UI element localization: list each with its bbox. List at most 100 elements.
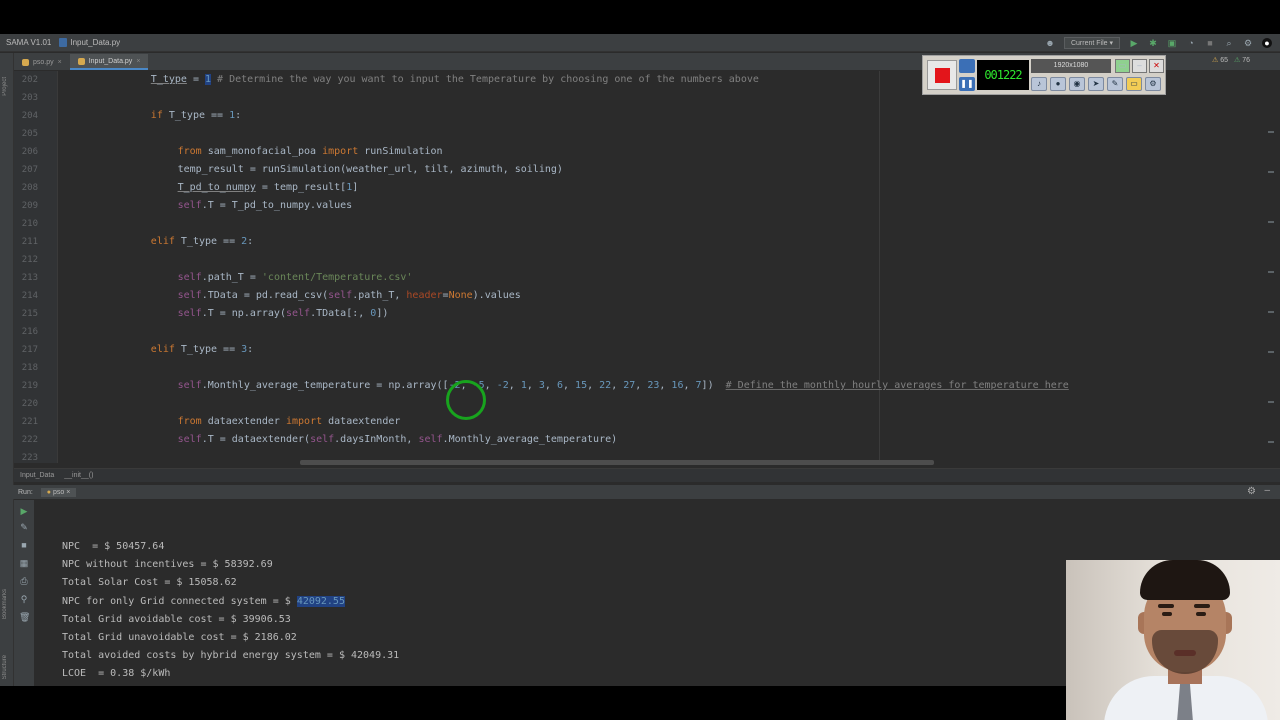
stop-icon[interactable]: ■ [1205, 38, 1215, 48]
code-line[interactable]: 222 self.T = dataextender(self.daysInMont… [14, 431, 1280, 449]
line-number: 217 [21, 345, 38, 355]
code-token: self [177, 380, 202, 391]
code-line[interactable]: 215 self.T = np.array(self.TData[:, 0]) [14, 305, 1280, 323]
code-token: 16 [671, 380, 684, 391]
code-token: .daysInMonth, [334, 434, 419, 445]
code-line[interactable]: 205 [14, 125, 1280, 143]
breadcrumb-function[interactable]: __init__() [64, 472, 93, 479]
folder-icon[interactable]: ▭ [1126, 77, 1142, 91]
mic-icon[interactable]: ● [1050, 77, 1066, 91]
code-token: elif [150, 236, 175, 247]
pin-icon[interactable]: ⚲ [19, 594, 29, 604]
rerun-icon[interactable]: ▶ [19, 506, 29, 516]
code-line[interactable]: 206 from sam_monofacial_poa import runSim… [14, 143, 1280, 161]
line-number: 223 [21, 453, 38, 463]
pause-icon[interactable]: ❚❚ [959, 77, 975, 91]
bookmarks-tool-label[interactable]: Bookmarks [2, 589, 8, 619]
code-line[interactable]: 211 elif T_type == 2: [14, 233, 1280, 251]
code-line[interactable]: 210 [14, 215, 1280, 233]
pen-icon[interactable]: ✎ [1107, 77, 1123, 91]
code-line[interactable]: 218 [14, 359, 1280, 377]
code-token: import [285, 416, 323, 427]
speaker-icon[interactable]: ♪ [1031, 77, 1047, 91]
close-icon[interactable]: ✕ [1149, 59, 1164, 73]
error-stripe[interactable] [1268, 111, 1274, 463]
line-number: 207 [21, 165, 38, 175]
code-token: : [247, 344, 254, 355]
tab-input-data[interactable]: Input_Data.py × [69, 54, 149, 70]
code-line[interactable]: 213 self.path_T = 'content/Temperature.cs… [14, 269, 1280, 287]
line-number: 214 [21, 291, 38, 301]
settings-icon[interactable]: ⚙ [1243, 38, 1253, 48]
code-line[interactable]: 212 [14, 251, 1280, 269]
code-line[interactable]: 220 [14, 395, 1280, 413]
code-line[interactable]: 214 self.TData = pd.read_csv(self.path_T,… [14, 287, 1280, 305]
code-token: , [563, 380, 576, 391]
console-text: Total avoided costs by hybrid energy sys… [62, 650, 400, 662]
close-icon[interactable]: × [136, 58, 140, 65]
gear-icon[interactable]: ⚙ [1247, 486, 1256, 497]
code-line[interactable]: 216 [14, 323, 1280, 341]
code-editor[interactable]: 202 T_type = 1 # Determine the way you wa… [14, 71, 1280, 463]
coverage-icon[interactable]: ▣ [1167, 38, 1177, 48]
delete-icon[interactable]: 🗑 [19, 612, 30, 622]
code-token: self [418, 434, 443, 445]
run-toolbar: ▶ ✎ ■ ▦ ⎙ ⚲ 🗑 [14, 500, 34, 686]
line-number: 216 [21, 327, 38, 337]
layout-icon[interactable]: ▦ [19, 558, 29, 568]
search-icon[interactable]: ⌕ [1224, 38, 1234, 48]
record-button[interactable] [927, 60, 957, 90]
inspection-widget[interactable]: ⚠ 65 ⚠ 76 [1212, 56, 1250, 64]
print-icon[interactable]: ⎙ [19, 576, 29, 586]
project-tool-label[interactable]: Project [2, 77, 8, 96]
line-number: 213 [21, 273, 38, 283]
wrench-icon[interactable]: ✎ [19, 522, 29, 532]
restore-icon[interactable]: – [1132, 59, 1147, 73]
debug-icon[interactable]: ✱ [1148, 38, 1158, 48]
title-file[interactable]: Input_Data.py [70, 38, 120, 47]
settings-icon[interactable]: ⚙ [1145, 77, 1161, 91]
line-number: 218 [21, 363, 38, 373]
hide-panel-icon[interactable]: – [1264, 485, 1270, 496]
tab-label: pso.py [33, 58, 54, 66]
code-token: , [526, 380, 539, 391]
code-line[interactable]: 217 elif T_type == 3: [14, 341, 1280, 359]
code-token: # Determine the way you want to input th… [211, 74, 759, 85]
user-icon[interactable]: ☻ [1045, 38, 1055, 48]
minimize-icon[interactable]: ▭ [1115, 59, 1130, 73]
code-line[interactable]: 208 T_pd_to_numpy = temp_result[1] [14, 179, 1280, 197]
close-icon[interactable]: × [58, 59, 62, 66]
mouse-cursor-highlight [446, 380, 486, 420]
code-token: .T = dataextender( [201, 434, 311, 445]
console-text: LCOE = 0.38 $/kWh [62, 668, 171, 680]
code-line[interactable]: 219 self.Monthly_average_temperature = np… [14, 377, 1280, 395]
project-crumb[interactable]: SAMA V1.01 [6, 38, 51, 47]
camera-icon[interactable] [959, 59, 975, 73]
code-token: : [235, 110, 242, 121]
code-line[interactable]: 204 if T_type == 1: [14, 107, 1280, 125]
breadcrumb-file[interactable]: Input_Data [20, 472, 54, 479]
code-line[interactable]: 209 self.T = T_pd_to_numpy.values [14, 197, 1280, 215]
console-text: NPC = $ 50457.64 [62, 541, 165, 552]
structure-tool-label[interactable]: Structure [2, 655, 8, 679]
profile-icon[interactable]: ◔ [1186, 38, 1196, 48]
stop-icon[interactable]: ■ [19, 540, 29, 550]
run-tab[interactable]: ● pso × [40, 487, 77, 497]
code-line[interactable]: 207 temp_result = runSimulation(weather_u… [14, 161, 1280, 179]
code-token: header [406, 290, 443, 301]
cursor-icon[interactable]: ➤ [1088, 77, 1104, 91]
code-line[interactable]: 221 from dataextender import dataextender [14, 413, 1280, 431]
run-config-selector[interactable]: Current File ▾ [1063, 37, 1120, 49]
logo-icon: ● [1262, 38, 1272, 48]
code-token: , [611, 380, 624, 391]
code-token: , [484, 380, 497, 391]
webcam-icon[interactable]: ◉ [1069, 77, 1085, 91]
code-token: # Define the monthly hourly averages for… [725, 380, 1069, 391]
tab-pso[interactable]: pso.py × [14, 54, 70, 70]
webcam-overlay [1066, 560, 1280, 720]
code-text: self.T = dataextender(self.daysInMonth, … [178, 431, 618, 449]
horizontal-scrollbar[interactable] [300, 460, 934, 465]
python-file-icon [22, 58, 29, 66]
recorder-tools: ♪ ● ◉ ➤ ✎ ▭ ⚙ [1031, 77, 1165, 93]
run-icon[interactable]: ▶ [1129, 38, 1139, 48]
